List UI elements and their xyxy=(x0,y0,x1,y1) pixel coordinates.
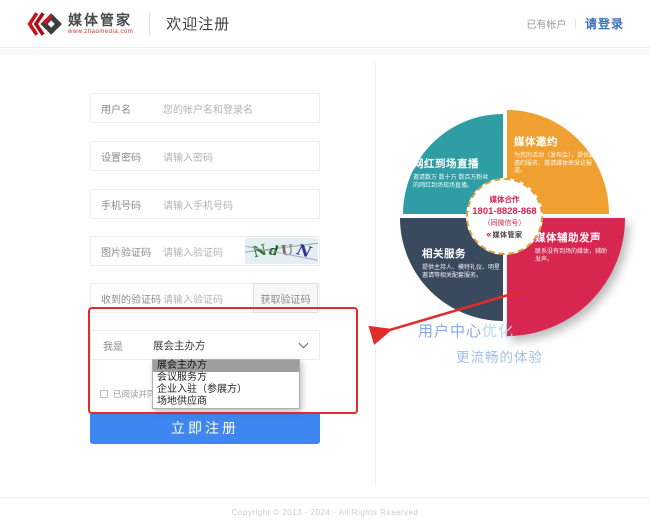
password-field[interactable]: 设置密码 请输入密码 xyxy=(90,141,320,171)
header: 媒体管家 www.zhaomedia.com 欢迎注册 已有帐户 | 请登录 xyxy=(0,0,650,48)
sms-code-label: 收到的验证码 xyxy=(101,291,159,306)
agreement-checkbox[interactable] xyxy=(100,390,108,398)
sms-code-placeholder: 请输入验证码 xyxy=(163,291,223,306)
image-captcha-placeholder: 请输入验证码 xyxy=(163,244,223,259)
contact-title: 媒体合作 xyxy=(490,194,520,205)
role-option-conference[interactable]: 会议服务方 xyxy=(153,372,299,384)
promo-wheel: 网红到场直播 邀请数万 数十万 数百万粉丝的网红到场现场直播。 媒体邀约 为您的… xyxy=(390,98,626,338)
phone-placeholder: 请输入手机号码 xyxy=(163,197,233,212)
mini-brand-name: 媒体管家 xyxy=(493,230,523,240)
contact-badge: 媒体合作 1801-8828-868 （同微信号） « 媒体管家 xyxy=(466,178,543,255)
brand-logo-icon xyxy=(26,9,62,39)
captcha-char: N xyxy=(295,242,312,260)
page-title: 欢迎注册 xyxy=(166,13,230,34)
phone-label: 手机号码 xyxy=(101,197,159,212)
role-selected-value: 展会主办方 xyxy=(153,338,206,353)
tagline-line1: 用户中心优化 xyxy=(418,320,514,341)
role-select[interactable]: 我是 展会主办方 xyxy=(90,330,320,360)
contact-wechat-note: （同微信号） xyxy=(484,218,526,228)
header-strip xyxy=(0,49,650,55)
captcha-char: U xyxy=(281,243,295,258)
segment-media-voice-text: 媒体辅助发声 联系没有到场的媒体，辅助发声。 xyxy=(535,230,609,264)
captcha-char: N xyxy=(251,242,268,260)
role-option-exhibitor[interactable]: 企业入驻（参展方） xyxy=(153,384,299,396)
username-placeholder: 您的帐户名和登录名 xyxy=(163,101,253,116)
brand-logo[interactable]: 媒体管家 www.zhaomedia.com xyxy=(26,9,133,39)
register-button[interactable]: 立即注册 xyxy=(90,412,320,444)
registration-page: 媒体管家 www.zhaomedia.com 欢迎注册 已有帐户 | 请登录 用… xyxy=(0,0,650,520)
role-option-venue[interactable]: 场地供应商 xyxy=(153,396,299,408)
header-pipe: | xyxy=(574,18,577,29)
segment-media-invite-text: 媒体邀约 为您的活动（发布会），提供媒体邀约服务，邀请媒体来采访报道。 xyxy=(514,134,602,176)
mini-brand-icon: « xyxy=(486,230,491,239)
tagline-line2: 更流畅的体验 xyxy=(456,346,543,366)
username-field[interactable]: 用户名 您的帐户名和登录名 xyxy=(90,93,320,123)
phone-field[interactable]: 手机号码 请输入手机号码 xyxy=(90,189,320,219)
chevron-down-icon xyxy=(299,338,309,348)
role-option-organizer[interactable]: 展会主办方 xyxy=(153,360,299,372)
image-captcha-label: 图片验证码 xyxy=(101,244,159,259)
login-link[interactable]: 请登录 xyxy=(585,15,624,32)
password-label: 设置密码 xyxy=(101,149,159,164)
content-divider xyxy=(375,62,376,486)
username-label: 用户名 xyxy=(101,101,159,116)
footer-copyright: Copyright © 2013 - 2024 · All Rights Res… xyxy=(0,508,650,517)
role-label: 我是 xyxy=(103,338,153,353)
contact-phone: 1801-8828-868 xyxy=(472,206,536,217)
password-placeholder: 请输入密码 xyxy=(163,149,213,164)
brand-name: 媒体管家 xyxy=(68,13,133,27)
captcha-char: d xyxy=(269,244,280,258)
brand-site-url: www.zhaomedia.com xyxy=(68,29,133,35)
footer-divider xyxy=(0,497,650,498)
has-account-text: 已有帐户 xyxy=(526,16,566,31)
role-dropdown: 展会主办方 会议服务方 企业入驻（参展方） 场地供应商 xyxy=(152,359,300,409)
get-code-button[interactable]: 获取验证码 xyxy=(253,283,318,313)
header-divider xyxy=(149,12,150,36)
captcha-image[interactable]: N d U N xyxy=(245,238,318,264)
